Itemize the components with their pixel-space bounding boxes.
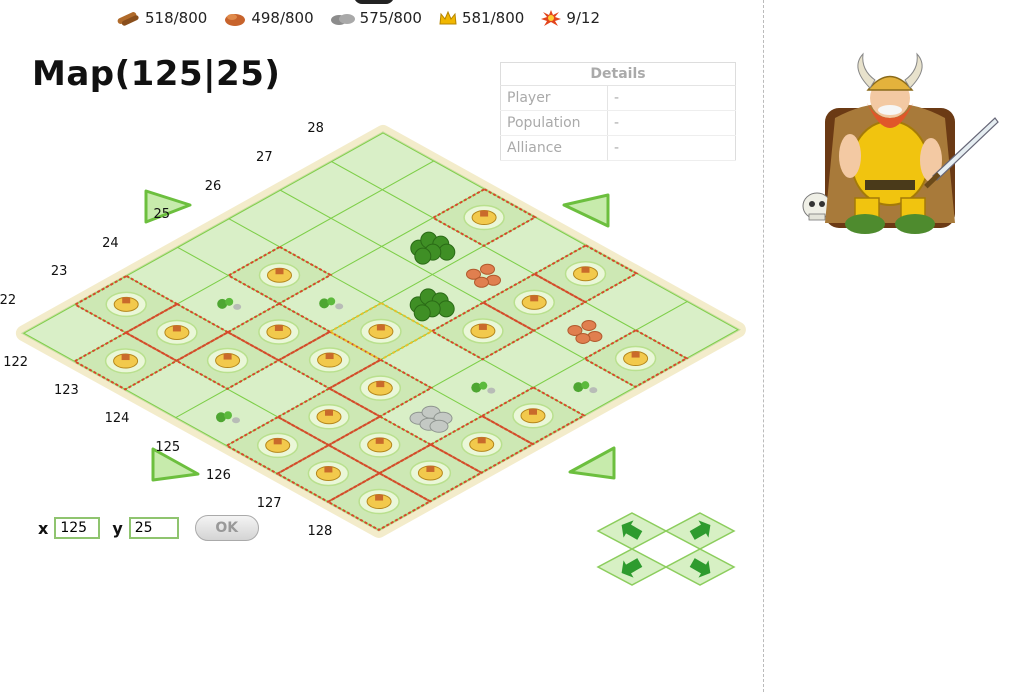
map-compass-navigator[interactable] — [596, 512, 736, 586]
coordinate-form: x y OK — [38, 515, 259, 541]
ok-button[interactable]: OK — [194, 515, 259, 541]
viking-chieftain-portrait — [802, 52, 999, 234]
y-coordinate-label: 27 — [256, 149, 273, 165]
y-coordinate-label: 23 — [50, 264, 68, 280]
y-coordinate-label: 24 — [102, 235, 119, 251]
y-coordinate-label: 26 — [204, 178, 222, 194]
y-coordinate-label: 22 — [0, 292, 17, 308]
x-coordinate-label: 123 — [53, 383, 79, 399]
x-coordinate-input[interactable] — [54, 517, 101, 539]
y-label: y — [112, 518, 123, 538]
scroll-northeast-arrow[interactable] — [562, 193, 610, 228]
scroll-southeast-arrow[interactable] — [568, 446, 616, 480]
x-coordinate-label: 125 — [155, 439, 181, 455]
x-coordinate-label: 127 — [256, 495, 282, 511]
x-label: x — [38, 518, 49, 538]
y-coordinate-input[interactable] — [128, 517, 179, 539]
y-coordinate-label: 28 — [307, 121, 324, 137]
x-coordinate-label: 126 — [206, 467, 231, 483]
x-coordinate-label: 124 — [104, 411, 130, 427]
x-coordinate-label: 122 — [3, 355, 29, 371]
x-coordinate-label: 128 — [307, 523, 333, 539]
y-coordinate-label: 25 — [153, 207, 170, 223]
